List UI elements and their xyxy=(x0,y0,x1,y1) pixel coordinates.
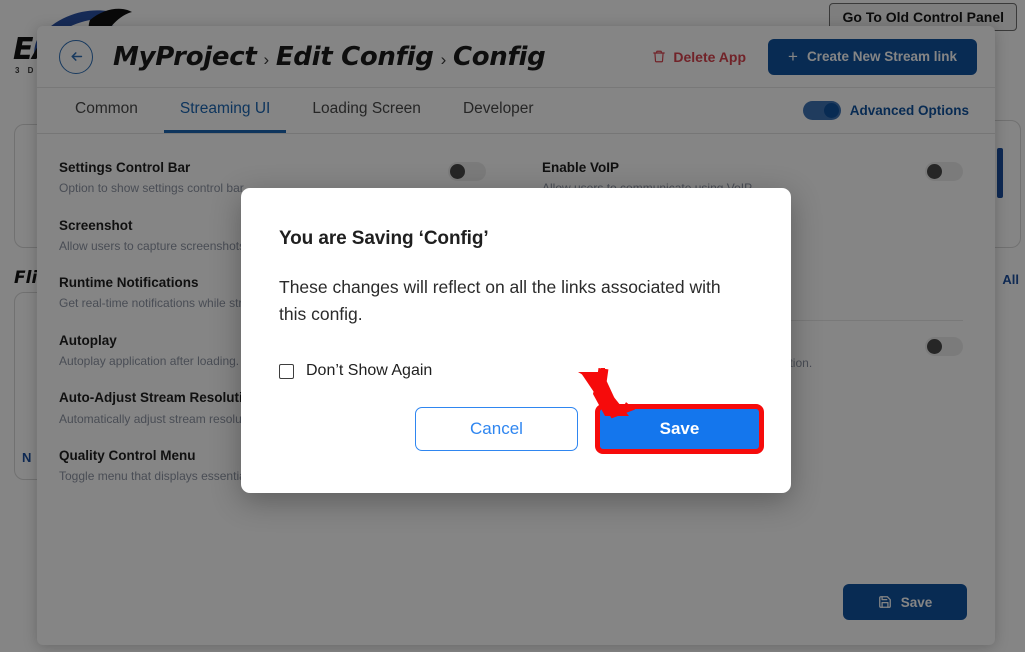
dialog-message: These changes will reflect on all the li… xyxy=(279,277,721,325)
screenshot-root: EA 3 D Go To Old Control Panel Flip N Al… xyxy=(0,0,1025,652)
save-confirmation-dialog: You are Saving ‘Config’ These changes wi… xyxy=(241,188,791,493)
dont-show-again-label: Don’t Show Again xyxy=(306,362,433,380)
dont-show-again-row[interactable]: Don’t Show Again xyxy=(279,362,753,380)
dialog-save-button[interactable]: Save xyxy=(595,404,764,454)
dialog-actions: Cancel Save xyxy=(279,404,764,454)
dialog-title: You are Saving ‘Config’ xyxy=(279,228,489,249)
dont-show-again-checkbox[interactable] xyxy=(279,363,294,379)
dialog-cancel-button[interactable]: Cancel xyxy=(415,407,578,451)
dialog-save-button-wrapper: Save xyxy=(595,404,764,454)
